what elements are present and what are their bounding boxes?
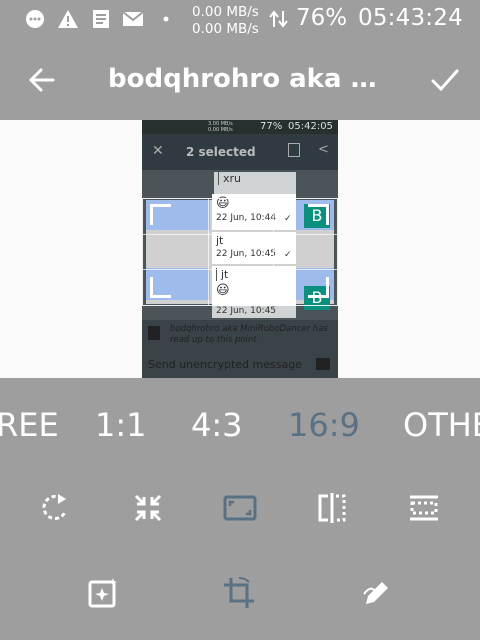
mail-icon [122, 11, 144, 26]
draw-icon[interactable] [360, 576, 394, 610]
shrink-icon[interactable] [131, 491, 165, 525]
image-canvas: 3.00 MB/s 0.00 MB/s 77% 05:42:05 ✕ 2 sele… [0, 120, 480, 380]
aspect-1-1[interactable]: 1:1 [95, 406, 147, 444]
network-speed: 0.00 MB/s 0.00 MB/s [192, 4, 259, 37]
aspect-other[interactable]: OTHE [403, 406, 480, 444]
preview-selection-title: 2 selected [186, 145, 256, 159]
rotate-icon[interactable] [39, 491, 73, 525]
preview-message: xru [214, 172, 296, 194]
preview-action-bar: ✕ 2 selected < [142, 134, 338, 170]
preview-close-icon: ✕ [152, 143, 164, 159]
aspect-4-3[interactable]: 4:3 [191, 406, 243, 444]
crop-icon[interactable] [222, 576, 256, 610]
aspect-ratio-row: REE 1:1 4:3 16:9 OTHE [0, 378, 480, 468]
preview-avatar-small [148, 326, 160, 340]
straighten-icon[interactable] [407, 491, 441, 525]
auto-enhance-icon[interactable] [86, 576, 120, 610]
preview-read-notice: bodqhrohro aka MiniRoboDancer has read u… [142, 320, 338, 350]
news-icon [93, 10, 109, 28]
preview-message-time: 22 Jun, 10:45 [212, 306, 296, 318]
battery-percentage: 76% [296, 5, 348, 31]
preview-battery: 77% [260, 121, 283, 132]
preview-time: 05:42:05 [288, 121, 333, 132]
check-icon[interactable] [430, 66, 460, 94]
dot-icon [163, 16, 169, 22]
aspect-16-9[interactable]: 16:9 [288, 406, 360, 444]
preview-copy-icon [288, 143, 300, 157]
data-arrows-icon [269, 10, 288, 28]
toolbar: bodqhrohro aka Mi... [0, 40, 480, 120]
preview-net-speed: 3.00 MB/s 0.00 MB/s [208, 121, 233, 133]
preview-status-bar: 3.00 MB/s 0.00 MB/s 77% 05:42:05 [142, 120, 338, 134]
clock: 05:43:24 [358, 5, 463, 31]
status-bar: 0.00 MB/s 0.00 MB/s 76% 05:43:24 [0, 0, 480, 40]
preview-share-icon: < [318, 142, 329, 157]
arrow-left-icon[interactable] [28, 66, 56, 94]
preview-image-icon [316, 358, 330, 370]
aspect-free[interactable]: REE [0, 406, 59, 444]
flip-icon[interactable] [315, 491, 349, 525]
warning-icon [58, 10, 78, 28]
aspect-icon[interactable] [223, 491, 257, 525]
preview-input-bar: Send unencrypted message [142, 350, 338, 380]
crop-rectangle[interactable] [142, 198, 338, 306]
page-title: bodqhrohro aka Mi... [108, 64, 398, 94]
message-icon [26, 10, 44, 28]
